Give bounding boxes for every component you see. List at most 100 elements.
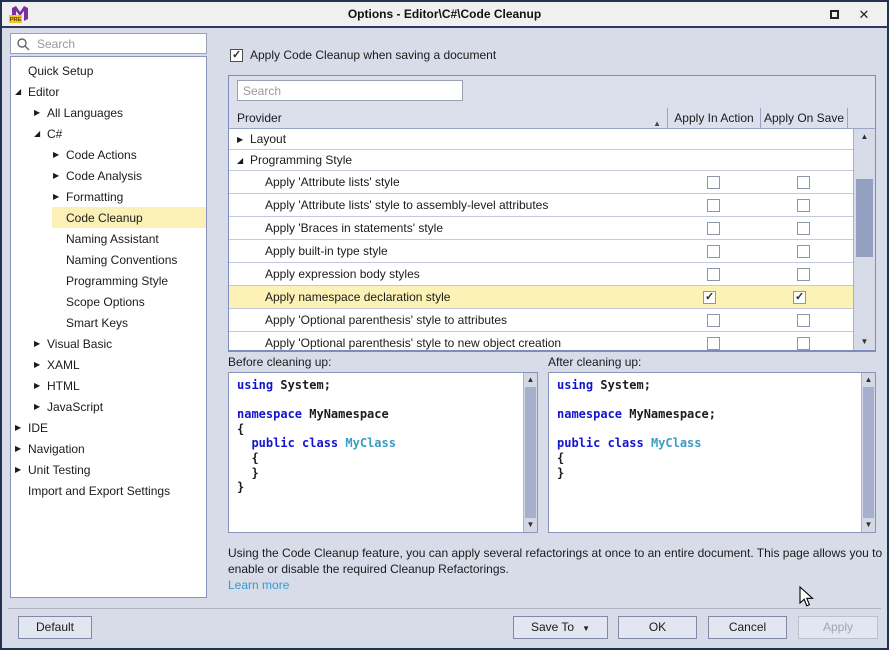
- cancel-button[interactable]: Cancel: [708, 616, 787, 639]
- sidebar-item-code-actions[interactable]: ▶Code Actions: [11, 144, 206, 165]
- checkbox-unchecked[interactable]: [707, 176, 720, 189]
- group-expanded-icon[interactable]: ◢: [237, 156, 250, 165]
- tree-item-body[interactable]: Naming Assistant: [52, 228, 206, 249]
- sidebar-item-visual-basic[interactable]: ▶Visual Basic: [11, 333, 206, 354]
- tree-item-body[interactable]: ▶JavaScript: [33, 396, 206, 417]
- tree-collapsed-icon[interactable]: ▶: [52, 150, 66, 159]
- sidebar-item-editor[interactable]: ◢Editor: [11, 81, 206, 102]
- tree-item-body[interactable]: Programming Style: [52, 270, 206, 291]
- tree-collapsed-icon[interactable]: ▶: [33, 108, 47, 117]
- checkbox-unchecked[interactable]: [797, 268, 810, 281]
- sidebar-item-quick-setup[interactable]: Quick Setup: [11, 60, 206, 81]
- tree-collapsed-icon[interactable]: ▶: [52, 192, 66, 201]
- scrollbar-thumb[interactable]: [863, 387, 874, 518]
- checkbox-unchecked[interactable]: [707, 222, 720, 235]
- tree-item-body[interactable]: Quick Setup: [14, 60, 206, 81]
- provider-row-apply-expression-body-styles[interactable]: Apply expression body styles: [229, 263, 875, 286]
- sidebar-item-c-[interactable]: ◢C#: [11, 123, 206, 144]
- provider-search-input[interactable]: [243, 81, 460, 100]
- provider-row-apply-attribute-lists-style[interactable]: Apply 'Attribute lists' style: [229, 171, 875, 194]
- sidebar-item-naming-conventions[interactable]: Naming Conventions: [11, 249, 206, 270]
- scrollbar-thumb[interactable]: [856, 179, 873, 257]
- provider-row-apply-built-in-type-style[interactable]: Apply built-in type style: [229, 240, 875, 263]
- provider-row-apply-braces-in-statements-style[interactable]: Apply 'Braces in statements' style: [229, 217, 875, 240]
- provider-row-apply-namespace-declaration-style[interactable]: Apply namespace declaration style: [229, 286, 871, 309]
- before-code-scrollbar[interactable]: ▲ ▼: [523, 373, 537, 532]
- scroll-down-icon[interactable]: ▼: [524, 518, 537, 532]
- scroll-up-icon[interactable]: ▲: [524, 373, 537, 387]
- sidebar-item-formatting[interactable]: ▶Formatting: [11, 186, 206, 207]
- tree-item-body[interactable]: ▶Visual Basic: [33, 333, 206, 354]
- scrollbar-thumb[interactable]: [525, 387, 536, 518]
- provider-row-apply-optional-parenthesis-style-to-new-[interactable]: Apply 'Optional parenthesis' style to ne…: [229, 332, 875, 350]
- checkbox-unchecked[interactable]: [797, 245, 810, 258]
- checkbox-unchecked[interactable]: [797, 222, 810, 235]
- checkbox-unchecked[interactable]: [707, 314, 720, 327]
- provider-scrollbar[interactable]: ▲ ▼: [853, 129, 875, 350]
- checkbox-unchecked[interactable]: [707, 268, 720, 281]
- sidebar-item-xaml[interactable]: ▶XAML: [11, 354, 206, 375]
- provider-row-apply-optional-parenthesis-style-to-attr[interactable]: Apply 'Optional parenthesis' style to at…: [229, 309, 875, 332]
- tree-collapsed-icon[interactable]: ▶: [14, 423, 28, 432]
- scroll-down-icon[interactable]: ▼: [854, 334, 875, 350]
- tree-collapsed-icon[interactable]: ▶: [52, 171, 66, 180]
- tree-collapsed-icon[interactable]: ▶: [14, 444, 28, 453]
- tree-collapsed-icon[interactable]: ▶: [33, 381, 47, 390]
- checkbox-unchecked[interactable]: [797, 314, 810, 327]
- tree-item-body[interactable]: Smart Keys: [52, 312, 206, 333]
- checkbox-unchecked[interactable]: [797, 199, 810, 212]
- close-button[interactable]: ✕: [855, 6, 873, 24]
- sidebar-item-code-cleanup[interactable]: Code Cleanup: [11, 207, 206, 228]
- tree-collapsed-icon[interactable]: ▶: [33, 339, 47, 348]
- tree-item-body[interactable]: ▶Formatting: [52, 186, 206, 207]
- tree-item-body[interactable]: ▶Navigation: [14, 438, 206, 459]
- sidebar-item-javascript[interactable]: ▶JavaScript: [11, 396, 206, 417]
- provider-row-apply-attribute-lists-style-to-assembly-[interactable]: Apply 'Attribute lists' style to assembl…: [229, 194, 875, 217]
- save-to-button[interactable]: Save To▼: [513, 616, 608, 639]
- tree-collapsed-icon[interactable]: ▶: [14, 465, 28, 474]
- tree-item-body[interactable]: ▶HTML: [33, 375, 206, 396]
- column-header-apply-on-save[interactable]: Apply On Save: [760, 108, 847, 128]
- maximize-button[interactable]: [825, 6, 843, 24]
- sidebar-item-smart-keys[interactable]: Smart Keys: [11, 312, 206, 333]
- checkbox-checked[interactable]: [703, 291, 716, 304]
- scroll-up-icon[interactable]: ▲: [854, 129, 875, 145]
- checkbox-unchecked[interactable]: [707, 337, 720, 350]
- checkbox-unchecked[interactable]: [707, 245, 720, 258]
- tree-item-body[interactable]: ▶XAML: [33, 354, 206, 375]
- tree-item-body[interactable]: ▶Unit Testing: [14, 459, 206, 480]
- apply-button[interactable]: Apply: [798, 616, 878, 639]
- sidebar-item-ide[interactable]: ▶IDE: [11, 417, 206, 438]
- checkbox-checked[interactable]: [793, 291, 806, 304]
- sidebar-item-programming-style[interactable]: Programming Style: [11, 270, 206, 291]
- sidebar-item-scope-options[interactable]: Scope Options: [11, 291, 206, 312]
- sidebar-item-all-languages[interactable]: ▶All Languages: [11, 102, 206, 123]
- provider-group-layout[interactable]: ▶Layout: [229, 129, 875, 150]
- tree-item-body[interactable]: ▶All Languages: [33, 102, 206, 123]
- tree-item-body[interactable]: ▶IDE: [14, 417, 206, 438]
- default-button[interactable]: Default: [18, 616, 92, 639]
- tree-item-body[interactable]: Import and Export Settings: [14, 480, 206, 501]
- scroll-up-icon[interactable]: ▲: [862, 373, 875, 387]
- tree-item-body[interactable]: ◢Editor: [14, 81, 206, 102]
- sidebar-item-unit-testing[interactable]: ▶Unit Testing: [11, 459, 206, 480]
- learn-more-link[interactable]: Learn more: [228, 578, 289, 592]
- after-code-scrollbar[interactable]: ▲ ▼: [861, 373, 875, 532]
- sidebar-item-code-analysis[interactable]: ▶Code Analysis: [11, 165, 206, 186]
- tree-item-body[interactable]: ◢C#: [33, 123, 206, 144]
- tree-collapsed-icon[interactable]: ▶: [33, 360, 47, 369]
- tree-item-body[interactable]: Scope Options: [52, 291, 206, 312]
- tree-item-body[interactable]: Code Cleanup: [52, 207, 206, 228]
- sidebar-search-input[interactable]: [37, 34, 204, 53]
- tree-item-body[interactable]: ▶Code Analysis: [52, 165, 206, 186]
- ok-button[interactable]: OK: [618, 616, 697, 639]
- tree-expanded-icon[interactable]: ◢: [14, 87, 28, 96]
- provider-group-programming-style[interactable]: ◢Programming Style: [229, 150, 875, 171]
- column-header-apply-in-action[interactable]: Apply In Action: [667, 108, 760, 128]
- column-header-provider[interactable]: Provider ▲: [229, 108, 667, 128]
- checkbox-unchecked[interactable]: [797, 176, 810, 189]
- sidebar-item-import-and-export-settings[interactable]: Import and Export Settings: [11, 480, 206, 501]
- group-collapsed-icon[interactable]: ▶: [237, 135, 250, 144]
- checkbox-unchecked[interactable]: [707, 199, 720, 212]
- tree-collapsed-icon[interactable]: ▶: [33, 402, 47, 411]
